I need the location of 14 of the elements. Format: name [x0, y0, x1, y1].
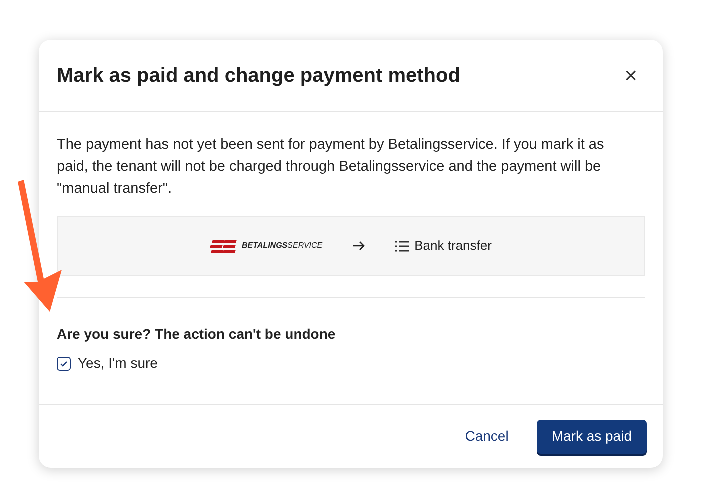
cancel-button[interactable]: Cancel — [451, 420, 523, 454]
dialog-title: Mark as paid and change payment method — [57, 64, 460, 88]
confirmation-question: Are you sure? The action can't be undone — [57, 325, 337, 344]
confirm-label: Yes, I'm sure — [78, 354, 158, 373]
list-icon — [394, 240, 409, 252]
checkmark-icon — [60, 360, 68, 366]
mark-as-paid-button[interactable]: Mark as paid — [536, 420, 647, 454]
arrow-right-icon — [352, 241, 365, 251]
confirm-checkbox[interactable] — [57, 356, 71, 370]
logo-text: BETALINGSSERVICE — [242, 240, 323, 252]
bank-transfer-label: Bank transfer — [414, 237, 492, 256]
description: The payment has not yet been sent for payment by Betalingsservice. If you mark it as paid, the tenant will not be charged through Betalingsservice and the payment will be "manual transfer". — [57, 136, 606, 199]
logo-mark-icon — [210, 240, 238, 252]
close-button[interactable]: × — [617, 62, 645, 90]
